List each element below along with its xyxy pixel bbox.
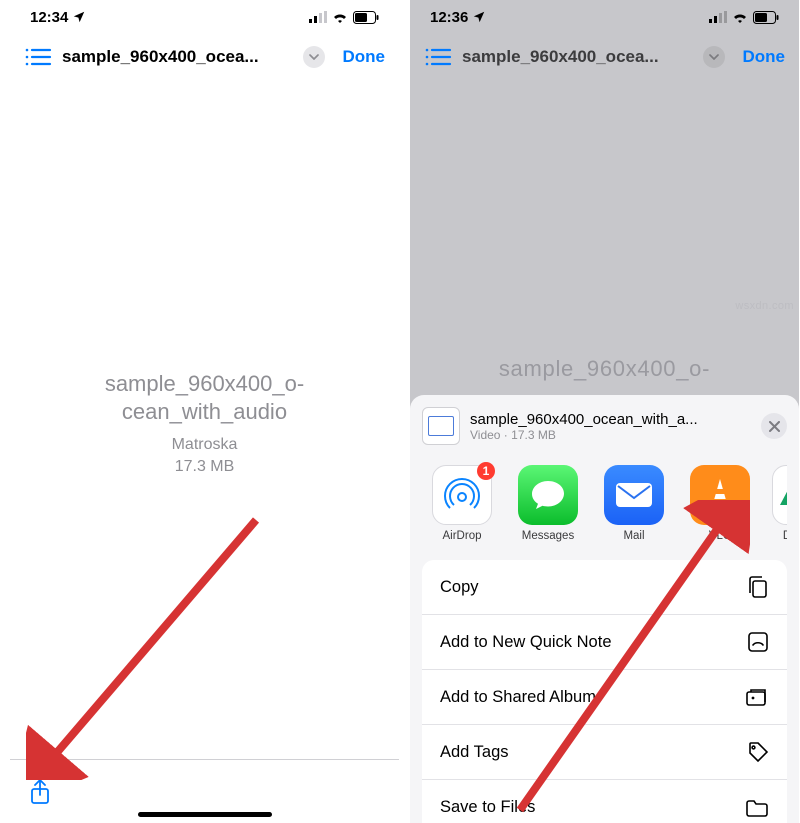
close-button[interactable] [761, 413, 787, 439]
disclosure-button[interactable] [703, 46, 725, 68]
list-icon[interactable] [424, 48, 452, 66]
messages-icon [518, 465, 578, 525]
app-drive-partial[interactable]: D [772, 465, 787, 542]
app-mail[interactable]: Mail [600, 465, 668, 542]
home-indicator[interactable] [138, 812, 272, 817]
tag-icon [747, 741, 769, 763]
close-icon [769, 421, 780, 432]
share-icon[interactable] [30, 779, 50, 805]
chevron-down-icon [309, 54, 319, 60]
folder-icon [745, 798, 769, 818]
nav-title: sample_960x400_ocea... [462, 47, 693, 67]
share-apps-row[interactable]: 1 AirDrop Messages Mail VLC [422, 453, 787, 560]
cellular-icon [309, 11, 327, 23]
action-label: Save to Files [440, 798, 535, 817]
left-screenshot: 12:34 sample_960x400_ocea... Done sample… [10, 0, 399, 823]
action-label: Add to Shared Album [440, 688, 596, 707]
share-meta: sample_960x400_ocean_with_a... Video · 1… [470, 411, 751, 442]
airdrop-badge: 1 [477, 462, 495, 480]
file-size: 17.3 MB [10, 458, 399, 476]
status-time: 12:34 [30, 9, 68, 26]
app-messages[interactable]: Messages [514, 465, 582, 542]
status-indicators [309, 11, 379, 24]
app-label: D [772, 530, 787, 542]
status-time-group: 12:34 [30, 9, 86, 26]
share-sheet: sample_960x400_ocean_with_a... Video · 1… [410, 395, 799, 823]
battery-icon [353, 11, 379, 24]
list-icon[interactable] [24, 48, 52, 66]
quicknote-icon [747, 631, 769, 653]
action-label: Add to New Quick Note [440, 633, 612, 652]
disclosure-button[interactable] [303, 46, 325, 68]
copy-icon [747, 575, 769, 599]
status-time: 12:36 [430, 9, 468, 26]
share-actions: Copy Add to New Quick Note Add to Shared… [422, 560, 787, 823]
status-bar: 12:36 [410, 0, 799, 34]
share-header: sample_960x400_ocean_with_a... Video · 1… [422, 407, 787, 453]
app-label: VLC [686, 530, 754, 542]
nav-bar: sample_960x400_ocea... Done [410, 34, 799, 80]
nav-bar: sample_960x400_ocea... Done [10, 34, 399, 80]
app-label: Messages [514, 530, 582, 542]
action-quick-note[interactable]: Add to New Quick Note [422, 615, 787, 670]
nav-title: sample_960x400_ocea... [62, 47, 293, 67]
status-indicators [709, 11, 779, 24]
share-file-info: Video · 17.3 MB [470, 428, 751, 442]
wifi-icon [732, 11, 748, 23]
action-label: Copy [440, 578, 479, 597]
location-icon [72, 10, 86, 24]
airdrop-icon: 1 [432, 465, 492, 525]
wifi-icon [332, 11, 348, 23]
done-button[interactable]: Done [335, 47, 386, 67]
right-screenshot: 12:36 sample_960x400_ocea... Done sample… [410, 0, 799, 823]
location-icon [472, 10, 486, 24]
vlc-icon [690, 465, 750, 525]
watermark: wsxdn.com [735, 300, 794, 312]
done-button[interactable]: Done [735, 47, 786, 67]
dimmed-file-name: sample_960x400_o- [410, 355, 799, 383]
file-preview: sample_960x400_o- cean_with_audio Matros… [10, 80, 399, 823]
action-label: Add Tags [440, 743, 509, 762]
file-thumbnail [422, 407, 460, 445]
mail-icon [604, 465, 664, 525]
status-bar: 12:34 [10, 0, 399, 34]
action-copy[interactable]: Copy [422, 560, 787, 615]
action-save-files[interactable]: Save to Files [422, 780, 787, 823]
file-name-line2: cean_with_audio [10, 398, 399, 426]
app-label: AirDrop [428, 530, 496, 542]
battery-icon [753, 11, 779, 24]
file-name-line1: sample_960x400_o- [10, 370, 399, 398]
file-format: Matroska [10, 436, 399, 454]
file-info: sample_960x400_o- cean_with_audio Matros… [10, 370, 399, 476]
app-label: Mail [600, 530, 668, 542]
app-vlc[interactable]: VLC [686, 465, 754, 542]
status-time-group: 12:36 [430, 9, 486, 26]
cellular-icon [709, 11, 727, 23]
shared-album-icon [745, 687, 769, 707]
share-file-name: sample_960x400_ocean_with_a... [470, 411, 751, 428]
action-add-tags[interactable]: Add Tags [422, 725, 787, 780]
chevron-down-icon [709, 54, 719, 60]
action-shared-album[interactable]: Add to Shared Album [422, 670, 787, 725]
drive-icon [772, 465, 787, 525]
app-airdrop[interactable]: 1 AirDrop [428, 465, 496, 542]
